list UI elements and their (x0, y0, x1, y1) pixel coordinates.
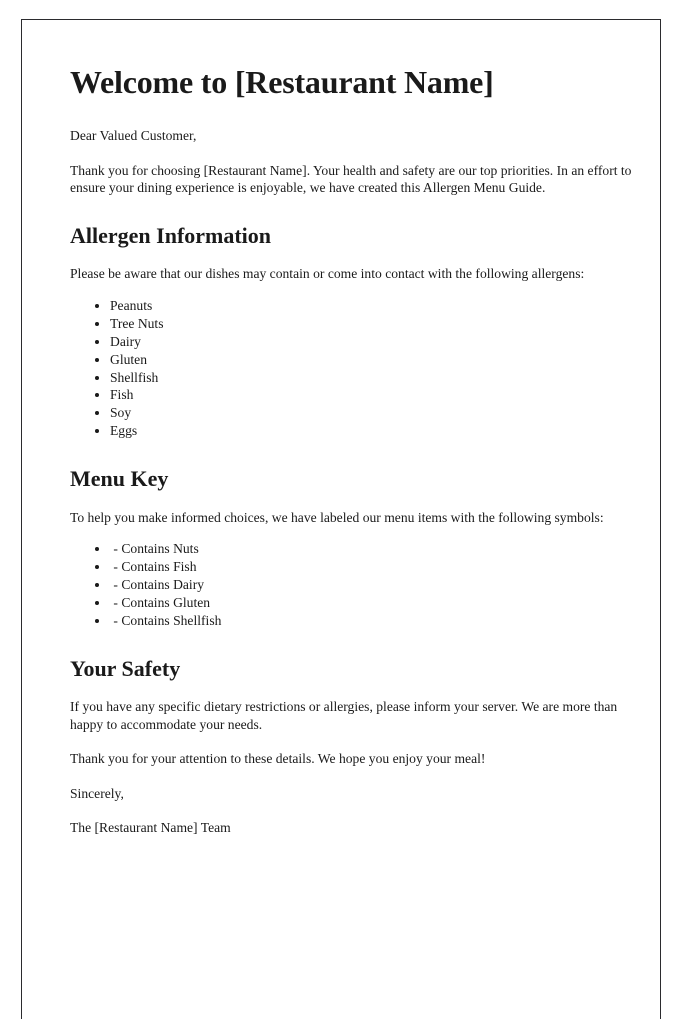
list-item: - Contains Shellfish (110, 612, 650, 630)
list-item: Shellfish (110, 369, 650, 387)
page-title: Welcome to [Restaurant Name] (70, 64, 494, 100)
list-item: Fish (110, 386, 650, 404)
list-item: Tree Nuts (110, 315, 650, 333)
list-item: Soy (110, 404, 650, 422)
list-item: Peanuts (110, 297, 650, 315)
signature-text: The [Restaurant Name] Team (70, 820, 231, 836)
allergen-intro-paragraph: Please be aware that our dishes may cont… (70, 266, 585, 282)
allergen-list: Peanuts Tree Nuts Dairy Gluten Shellfish… (70, 297, 650, 440)
menu-key-list: - Contains Nuts - Contains Fish - Contai… (70, 540, 650, 630)
intro-paragraph: Thank you for choosing [Restaurant Name]… (70, 162, 632, 196)
list-item: - Contains Dairy (110, 576, 650, 594)
greeting-text: Dear Valued Customer, (70, 128, 197, 144)
document-page-border: Welcome to [Restaurant Name] Dear Valued… (21, 19, 661, 1019)
list-item: Gluten (110, 351, 650, 369)
menu-key-heading: Menu Key (70, 466, 169, 492)
menu-key-intro-paragraph: To help you make informed choices, we ha… (70, 509, 604, 525)
list-item: - Contains Gluten (110, 594, 650, 612)
list-item: Eggs (110, 422, 650, 440)
list-item: - Contains Nuts (110, 540, 650, 558)
allergen-information-heading: Allergen Information (70, 222, 272, 248)
your-safety-heading: Your Safety (70, 655, 181, 681)
list-item: Dairy (110, 333, 650, 351)
list-item: - Contains Fish (110, 558, 650, 576)
safety-paragraph: If you have any specific dietary restric… (70, 699, 618, 732)
sign-off-text: Sincerely, (70, 785, 124, 801)
document-body: Welcome to [Restaurant Name] Dear Valued… (70, 64, 650, 854)
closing-paragraph: Thank you for your attention to these de… (70, 751, 486, 767)
